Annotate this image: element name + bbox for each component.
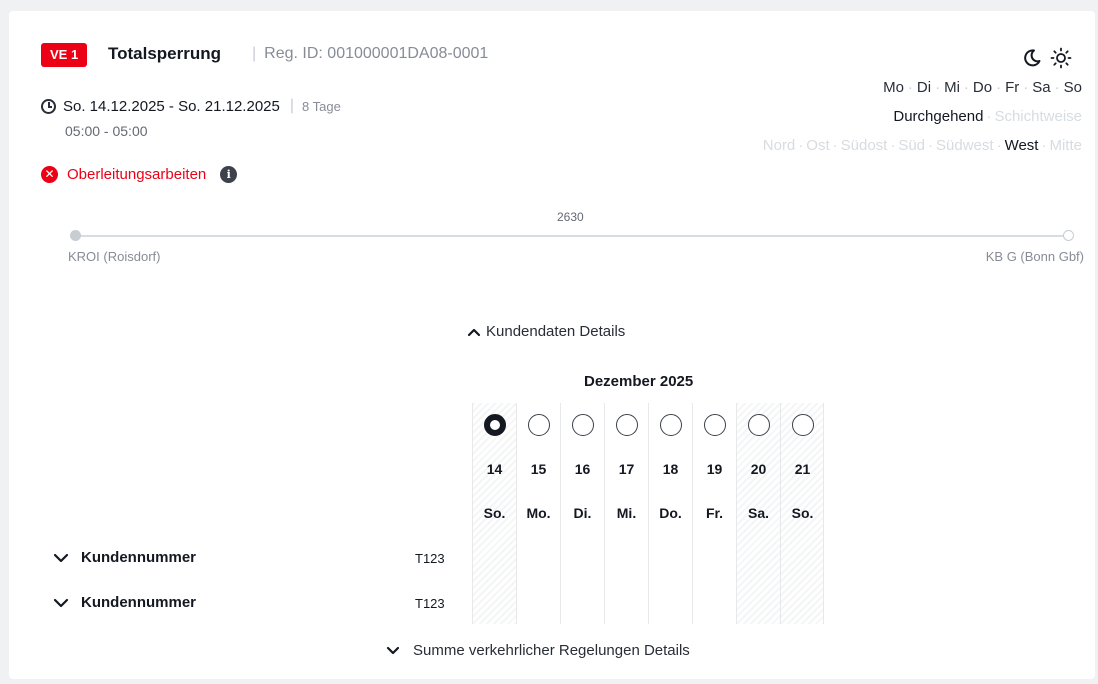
- moon-icon[interactable]: [1022, 48, 1042, 68]
- day-name: Do.: [659, 505, 682, 521]
- sun-icon[interactable]: [1050, 47, 1072, 69]
- kundennummer-label: Kundennummer: [81, 549, 197, 566]
- weekday-do: Do: [972, 79, 993, 96]
- date-separator: |: [289, 97, 294, 114]
- day-name: Mo.: [526, 505, 551, 521]
- day-radio-selected[interactable]: [484, 414, 506, 436]
- direction-suedost: Südost: [840, 137, 888, 154]
- day-number: 16: [574, 461, 591, 477]
- day-name: Fr.: [705, 505, 724, 521]
- direction-ost: Ost: [806, 137, 830, 154]
- closure-title: Totalsperrung: [108, 44, 222, 63]
- direction-suedwest: Südwest: [936, 137, 994, 154]
- mode-schichtweise: Schichtweise: [994, 108, 1082, 125]
- calendar-day-column: 18 Do.: [648, 403, 692, 624]
- mode-list: Durchgehend · Schichtweise: [893, 108, 1082, 125]
- date-row: So. 14.12.2025 - So. 21.12.2025 | 8 Tage: [41, 97, 341, 115]
- kundendaten-details-label: Kundendaten Details: [486, 323, 626, 340]
- chevron-down-icon: [53, 598, 69, 607]
- day-number: 18: [662, 461, 679, 477]
- day-radio[interactable]: [704, 414, 726, 436]
- calendar-month: Dezember 2025: [584, 373, 694, 390]
- day-name: So.: [483, 505, 506, 521]
- route-start-node: [70, 230, 81, 241]
- calendar-day-column: 15 Mo.: [516, 403, 560, 624]
- calendar-day-column: 16 Di.: [560, 403, 604, 624]
- weekday-di: Di: [916, 79, 932, 96]
- calendar-day-column: 20 Sa.: [736, 403, 780, 624]
- kundennummer-value: T123: [415, 551, 445, 566]
- summe-details-label: Summe verkehrlicher Regelungen Details: [413, 642, 690, 659]
- day-number: 19: [706, 461, 723, 477]
- reg-id: | Reg. ID: 001000001DA08-0001: [252, 44, 488, 64]
- kundennummer-row-toggle[interactable]: Kundennummer: [51, 549, 196, 566]
- direction-mitte: Mitte: [1049, 137, 1082, 154]
- calendar-day-column: 17 Mi.: [604, 403, 648, 624]
- route-start-station: KROI (Roisdorf): [68, 249, 161, 264]
- day-number: 17: [618, 461, 635, 477]
- day-radio[interactable]: [528, 414, 550, 436]
- ve-badge: VE 1: [41, 43, 88, 67]
- weekday-so: So: [1063, 79, 1082, 96]
- day-name: So.: [791, 505, 814, 521]
- info-icon[interactable]: i: [220, 166, 238, 183]
- direction-sued: Süd: [898, 137, 926, 154]
- reason-label: Oberleitungsarbeiten: [67, 166, 207, 183]
- reason-row: ✕ Oberleitungsarbeiten i: [41, 166, 238, 183]
- kundennummer-value: T123: [415, 596, 445, 611]
- route-end-station: KB G (Bonn Gbf): [985, 249, 1084, 264]
- date-range: So. 14.12.2025 - So. 21.12.2025: [63, 97, 280, 115]
- calendar-day-column: 14 So.: [472, 403, 516, 624]
- day-name: Mi.: [616, 505, 637, 521]
- day-name: Sa.: [747, 505, 769, 521]
- direction-west: West: [1004, 137, 1039, 154]
- route-km: 2630: [557, 210, 584, 224]
- route-end-node: [1063, 230, 1074, 241]
- weekday-fr: Fr: [1005, 79, 1020, 96]
- chevron-down-icon: [53, 553, 69, 562]
- calendar-day-column: 19 Fr.: [692, 403, 736, 624]
- day-radio[interactable]: [572, 414, 594, 436]
- day-name: Di.: [573, 505, 592, 521]
- calendar-day-column: 21 So.: [780, 403, 824, 624]
- closure-card: VE 1 Totalsperrung | Reg. ID: 001000001DA…: [9, 11, 1095, 679]
- weekday-mi: Mi: [944, 79, 960, 96]
- route-line: [75, 235, 1071, 237]
- mode-durchgehend: Durchgehend: [893, 108, 984, 125]
- day-number: 21: [794, 461, 811, 477]
- header-separator: |: [252, 45, 257, 62]
- kundennummer-row-toggle[interactable]: Kundennummer: [51, 594, 196, 611]
- clock-icon: [41, 98, 56, 114]
- summe-details-toggle[interactable]: Summe verkehrlicher Regelungen Details: [381, 642, 690, 659]
- weekday-list: Mo · Di · Mi · Do · Fr · Sa · So: [883, 79, 1082, 96]
- day-number: 14: [486, 461, 503, 477]
- direction-nord: Nord: [762, 137, 796, 154]
- weekday-mo: Mo: [883, 79, 904, 96]
- day-radio[interactable]: [660, 414, 682, 436]
- duration: 8 Tage: [302, 98, 341, 114]
- chevron-down-icon: [386, 646, 400, 654]
- day-radio[interactable]: [616, 414, 638, 436]
- reg-id-text: Reg. ID: 001000001DA08-0001: [264, 45, 489, 62]
- day-number: 20: [750, 461, 767, 477]
- time-range: 05:00 - 05:00: [65, 123, 148, 139]
- kundennummer-label: Kundennummer: [81, 594, 197, 611]
- day-radio[interactable]: [748, 414, 770, 436]
- weekday-sa: Sa: [1032, 79, 1051, 96]
- direction-list: Nord · Ost · Südost · Süd · Südwest · West · M…: [762, 137, 1082, 154]
- kundendaten-details-toggle[interactable]: Kundendaten Details: [462, 323, 625, 340]
- day-number: 15: [530, 461, 547, 477]
- day-radio[interactable]: [792, 414, 814, 436]
- error-icon: ✕: [41, 166, 58, 183]
- chevron-up-icon: [467, 328, 481, 336]
